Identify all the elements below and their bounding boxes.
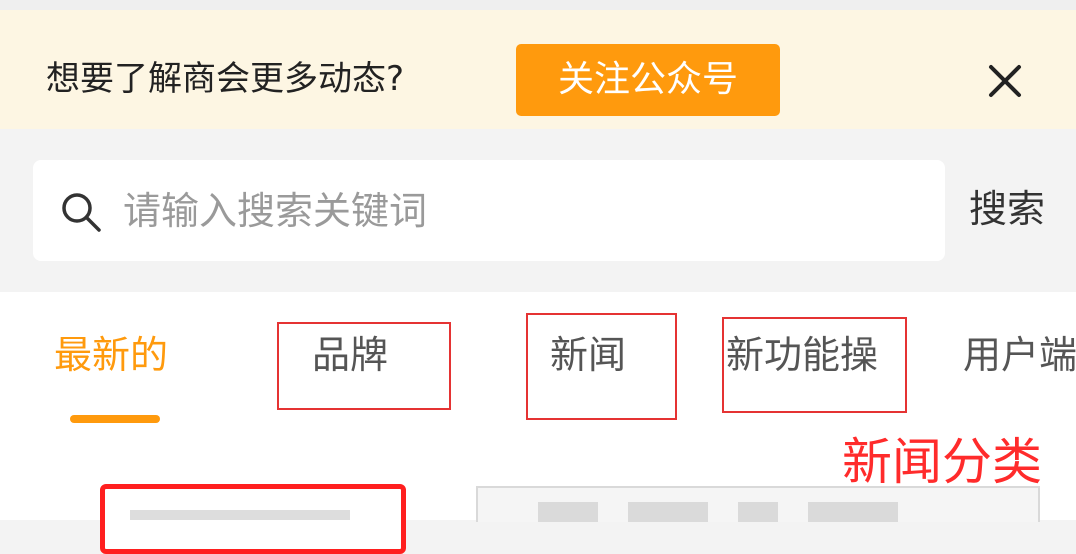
status-strip: [0, 0, 1076, 10]
tab-client[interactable]: 用户端: [963, 329, 1076, 381]
banner-text: 想要了解商会更多动态?: [46, 59, 405, 99]
placeholder-block: [628, 502, 708, 522]
annotation-box-brand: [277, 322, 451, 410]
thumbnail-text-placeholder: [130, 510, 350, 520]
placeholder-block: [738, 502, 778, 522]
annotation-box-new-features: [722, 317, 907, 413]
follow-banner: 想要了解商会更多动态? 关注公众号: [0, 10, 1076, 129]
search-icon: [62, 193, 101, 232]
close-icon[interactable]: [985, 61, 1025, 101]
placeholder-block: [538, 502, 598, 522]
tab-latest[interactable]: 最新的: [54, 329, 168, 381]
search-input[interactable]: [121, 180, 925, 242]
placeholder-block: [808, 502, 898, 522]
annotation-box-news: [526, 313, 677, 420]
annotation-label: 新闻分类: [842, 433, 1042, 491]
active-tab-indicator: [70, 415, 160, 423]
search-box: [33, 160, 945, 261]
search-button[interactable]: 搜索: [969, 185, 1045, 233]
follow-official-account-button[interactable]: 关注公众号: [516, 44, 780, 116]
news-item-placeholder[interactable]: [476, 486, 1040, 522]
search-bar: 搜索: [0, 129, 1076, 292]
